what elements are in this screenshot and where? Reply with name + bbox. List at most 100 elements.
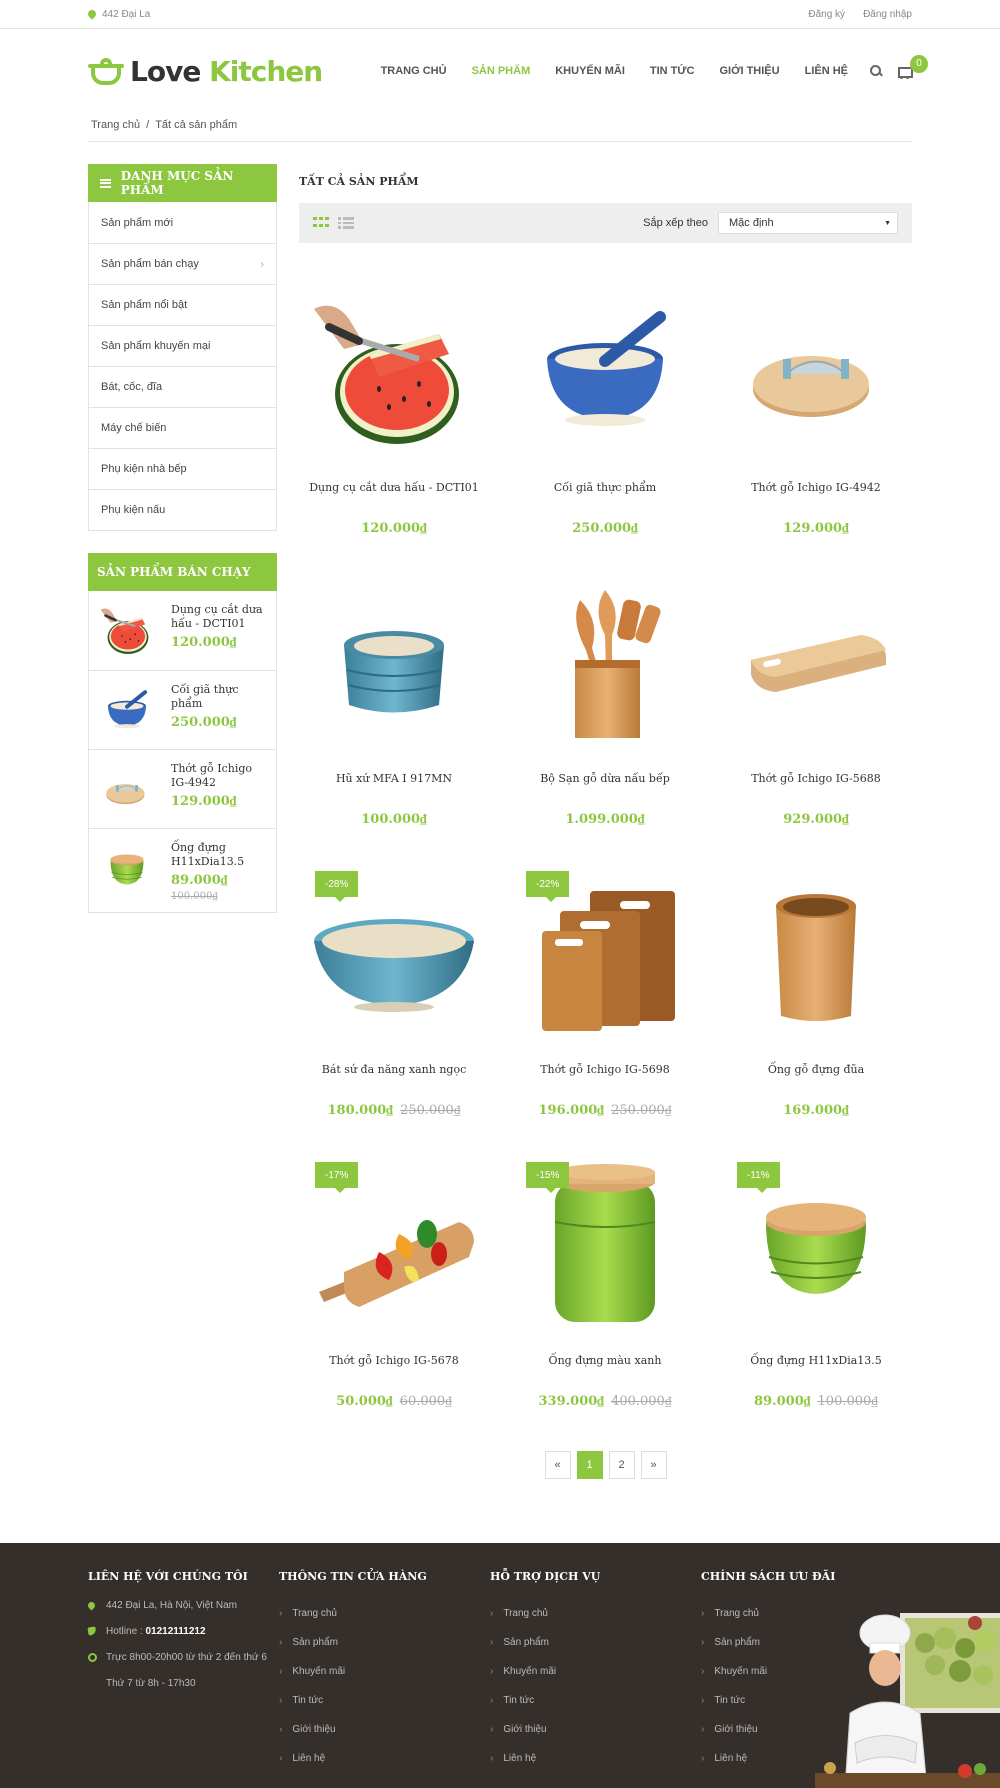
category-item[interactable]: Bát, cốc, đĩa xyxy=(89,366,276,407)
footer-link[interactable]: › Liên hệ xyxy=(279,1744,490,1773)
grid-view-icon[interactable] xyxy=(313,217,329,229)
product-name[interactable]: Ống đựng H11xDia13.5 xyxy=(171,841,268,869)
product-old-price: 60.000₫ xyxy=(399,1394,452,1409)
sidebar: DANH MỤC SẢN PHẨM Sản phẩm mới Sản phẩm … xyxy=(88,164,277,1479)
product-thumbnail[interactable] xyxy=(97,683,157,739)
product-name[interactable]: Cối giã thực phẩm xyxy=(510,481,700,494)
product-name[interactable]: Thớt gỗ Ichigo IG-5698 xyxy=(510,1063,700,1076)
register-link[interactable]: Đăng ký xyxy=(808,9,845,20)
best-seller-title: SẢN PHẨM BÁN CHẠY xyxy=(88,553,277,591)
category-item[interactable]: Sản phẩm bán chạy › xyxy=(89,243,276,284)
breadcrumb-home[interactable]: Trang chủ xyxy=(91,119,140,131)
pagination-page-2[interactable]: 2 xyxy=(608,1451,635,1479)
product-image[interactable] xyxy=(731,871,901,1041)
sale-badge: -28% xyxy=(315,871,359,902)
footer-link[interactable]: › Tin tức xyxy=(279,1686,490,1715)
product-name[interactable]: Ống gỗ đựng đũa xyxy=(721,1063,911,1076)
map-pin-icon xyxy=(88,10,96,20)
product-name[interactable]: Cối giã thực phẩm xyxy=(171,683,268,711)
product-thumbnail[interactable] xyxy=(97,841,157,897)
footer-link[interactable]: › Sản phẩm xyxy=(490,1628,701,1657)
product-name[interactable]: Dụng cụ cắt dưa hấu - DCTI01 xyxy=(171,603,268,631)
login-link[interactable]: Đăng nhập xyxy=(863,9,912,20)
product-thumbnail[interactable] xyxy=(97,762,157,818)
search-icon[interactable] xyxy=(870,65,882,77)
product-image[interactable] xyxy=(731,289,901,459)
footer-link[interactable]: › Tin tức xyxy=(490,1686,701,1715)
product-card[interactable]: -15% Ống đựng màu xanh 339.000₫ 400.000₫ xyxy=(510,1152,700,1443)
footer-link[interactable]: › Khuyến mãi xyxy=(490,1657,701,1686)
footer-link[interactable]: › Trang chủ xyxy=(279,1599,490,1628)
product-card[interactable]: -17% Thớt gỗ Ichigo IG-5678 50.000₫ 60.000… xyxy=(299,1152,489,1443)
product-image[interactable] xyxy=(520,580,690,750)
footer-link[interactable]: › Khuyến mãi xyxy=(279,1657,490,1686)
cart-button[interactable]: 0 xyxy=(896,54,928,79)
product-price: 89.000₫ xyxy=(754,1394,811,1409)
product-name[interactable]: Thớt gỗ Ichigo IG-5688 xyxy=(721,772,911,785)
main-nav: TRANG CHỦ SẢN PHẨM KHUYẾN MÃI TIN TỨC GI… xyxy=(381,65,848,77)
pagination-page-1[interactable]: 1 xyxy=(576,1451,603,1479)
product-name[interactable]: Thớt gỗ Ichigo IG-4942 xyxy=(171,762,268,790)
chevron-right-icon: › xyxy=(490,1695,494,1706)
pagination-prev[interactable]: « xyxy=(544,1451,571,1479)
product-image[interactable] xyxy=(520,289,690,459)
footer-link[interactable]: › Giới thiệu xyxy=(490,1715,701,1744)
best-seller-panel: SẢN PHẨM BÁN CHẠY Dụng cụ cắt dưa hấu - … xyxy=(88,553,277,913)
product-name[interactable]: Ống đựng H11xDia13.5 xyxy=(721,1354,911,1367)
best-seller-item[interactable]: Thớt gỗ Ichigo IG-4942 129.000₫ xyxy=(89,749,276,828)
category-item[interactable]: Sản phẩm khuyến mại xyxy=(89,325,276,366)
product-price: 196.000₫ xyxy=(538,1103,604,1118)
category-item[interactable]: Máy chế biến xyxy=(89,407,276,448)
product-image[interactable] xyxy=(309,580,479,750)
product-card[interactable]: Thớt gỗ Ichigo IG-4942 129.000₫ xyxy=(721,279,911,570)
footer-link[interactable]: › Liên hệ xyxy=(490,1744,701,1773)
product-card[interactable]: -11% Ống đựng H11xDia13.5 89.000₫ 100.000₫ xyxy=(721,1152,911,1443)
product-card[interactable]: Ống gỗ đựng đũa 169.000₫ xyxy=(721,861,911,1152)
sort-select[interactable]: Mặc định ▼ xyxy=(718,212,898,234)
category-item[interactable]: Sản phẩm mới xyxy=(89,202,276,243)
product-name[interactable]: Ống đựng màu xanh xyxy=(510,1354,700,1367)
product-card[interactable]: Cối giã thực phẩm 250.000₫ xyxy=(510,279,700,570)
product-name[interactable]: Bộ Sạn gỗ dừa nấu bếp xyxy=(510,772,700,785)
hotline-label: Hotline : xyxy=(106,1626,143,1637)
best-seller-item[interactable]: Cối giã thực phẩm 250.000₫ xyxy=(89,670,276,749)
product-name[interactable]: Dụng cụ cắt dưa hấu - DCTI01 xyxy=(299,481,489,494)
hotline-number[interactable]: 01212111212 xyxy=(145,1626,205,1637)
product-price: 120.000₫ xyxy=(361,521,427,536)
product-card[interactable]: -28% Bát sứ đa năng xanh ngọc 180.000₫ 250… xyxy=(299,861,489,1152)
product-image[interactable] xyxy=(731,580,901,750)
best-seller-item[interactable]: Ống đựng H11xDia13.5 89.000₫ 100.000₫ xyxy=(89,828,276,912)
product-card[interactable]: Thớt gỗ Ichigo IG-5688 929.000₫ xyxy=(721,570,911,861)
product-name[interactable]: Hũ xứ MFA I 917MN xyxy=(299,772,489,785)
chevron-right-icon: › xyxy=(279,1724,283,1735)
nav-home[interactable]: TRANG CHỦ xyxy=(381,65,447,77)
product-price: 129.000₫ xyxy=(783,521,849,536)
best-seller-item[interactable]: Dụng cụ cắt dưa hấu - DCTI01 120.000₫ xyxy=(89,591,276,670)
product-name[interactable]: Thớt gỗ Ichigo IG-4942 xyxy=(721,481,911,494)
product-card[interactable]: Hũ xứ MFA I 917MN 100.000₫ xyxy=(299,570,489,861)
nav-promotions[interactable]: KHUYẾN MÃI xyxy=(555,65,625,77)
product-image[interactable] xyxy=(309,289,479,459)
footer-link[interactable]: › Giới thiệu xyxy=(279,1715,490,1744)
product-card[interactable]: Dụng cụ cắt dưa hấu - DCTI01 120.000₫ xyxy=(299,279,489,570)
product-name[interactable]: Bát sứ đa năng xanh ngọc xyxy=(299,1063,489,1076)
logo[interactable]: Love Kitchen xyxy=(88,55,323,88)
product-card[interactable]: -22% Thớt gỗ Ichigo IG-5698 196.000₫ 250.0… xyxy=(510,861,700,1152)
footer-link[interactable]: › Sản phẩm xyxy=(279,1628,490,1657)
nav-news[interactable]: TIN TỨC xyxy=(650,65,695,77)
footer-link[interactable]: › Trang chủ xyxy=(490,1599,701,1628)
product-card[interactable]: Bộ Sạn gỗ dừa nấu bếp 1.099.000₫ xyxy=(510,570,700,861)
product-name[interactable]: Thớt gỗ Ichigo IG-5678 xyxy=(299,1354,489,1367)
nav-products[interactable]: SẢN PHẨM xyxy=(472,65,531,77)
pagination-next[interactable]: » xyxy=(640,1451,667,1479)
product-price: 100.000₫ xyxy=(361,812,427,827)
breadcrumb-separator: / xyxy=(146,119,150,131)
category-item[interactable]: Phụ kiện nhà bếp xyxy=(89,448,276,489)
nav-contact[interactable]: LIÊN HỆ xyxy=(805,65,848,77)
category-item[interactable]: Sản phẩm nổi bật xyxy=(89,284,276,325)
nav-about[interactable]: GIỚI THIỆU xyxy=(719,65,779,77)
list-view-icon[interactable] xyxy=(338,217,354,230)
footer-column: HỖ TRỢ DỊCH VỤ › Trang chủ › Sản phẩm › Khuyến… xyxy=(490,1570,701,1773)
product-thumbnail[interactable] xyxy=(97,603,157,659)
category-item[interactable]: Phụ kiện nấu xyxy=(89,489,276,530)
